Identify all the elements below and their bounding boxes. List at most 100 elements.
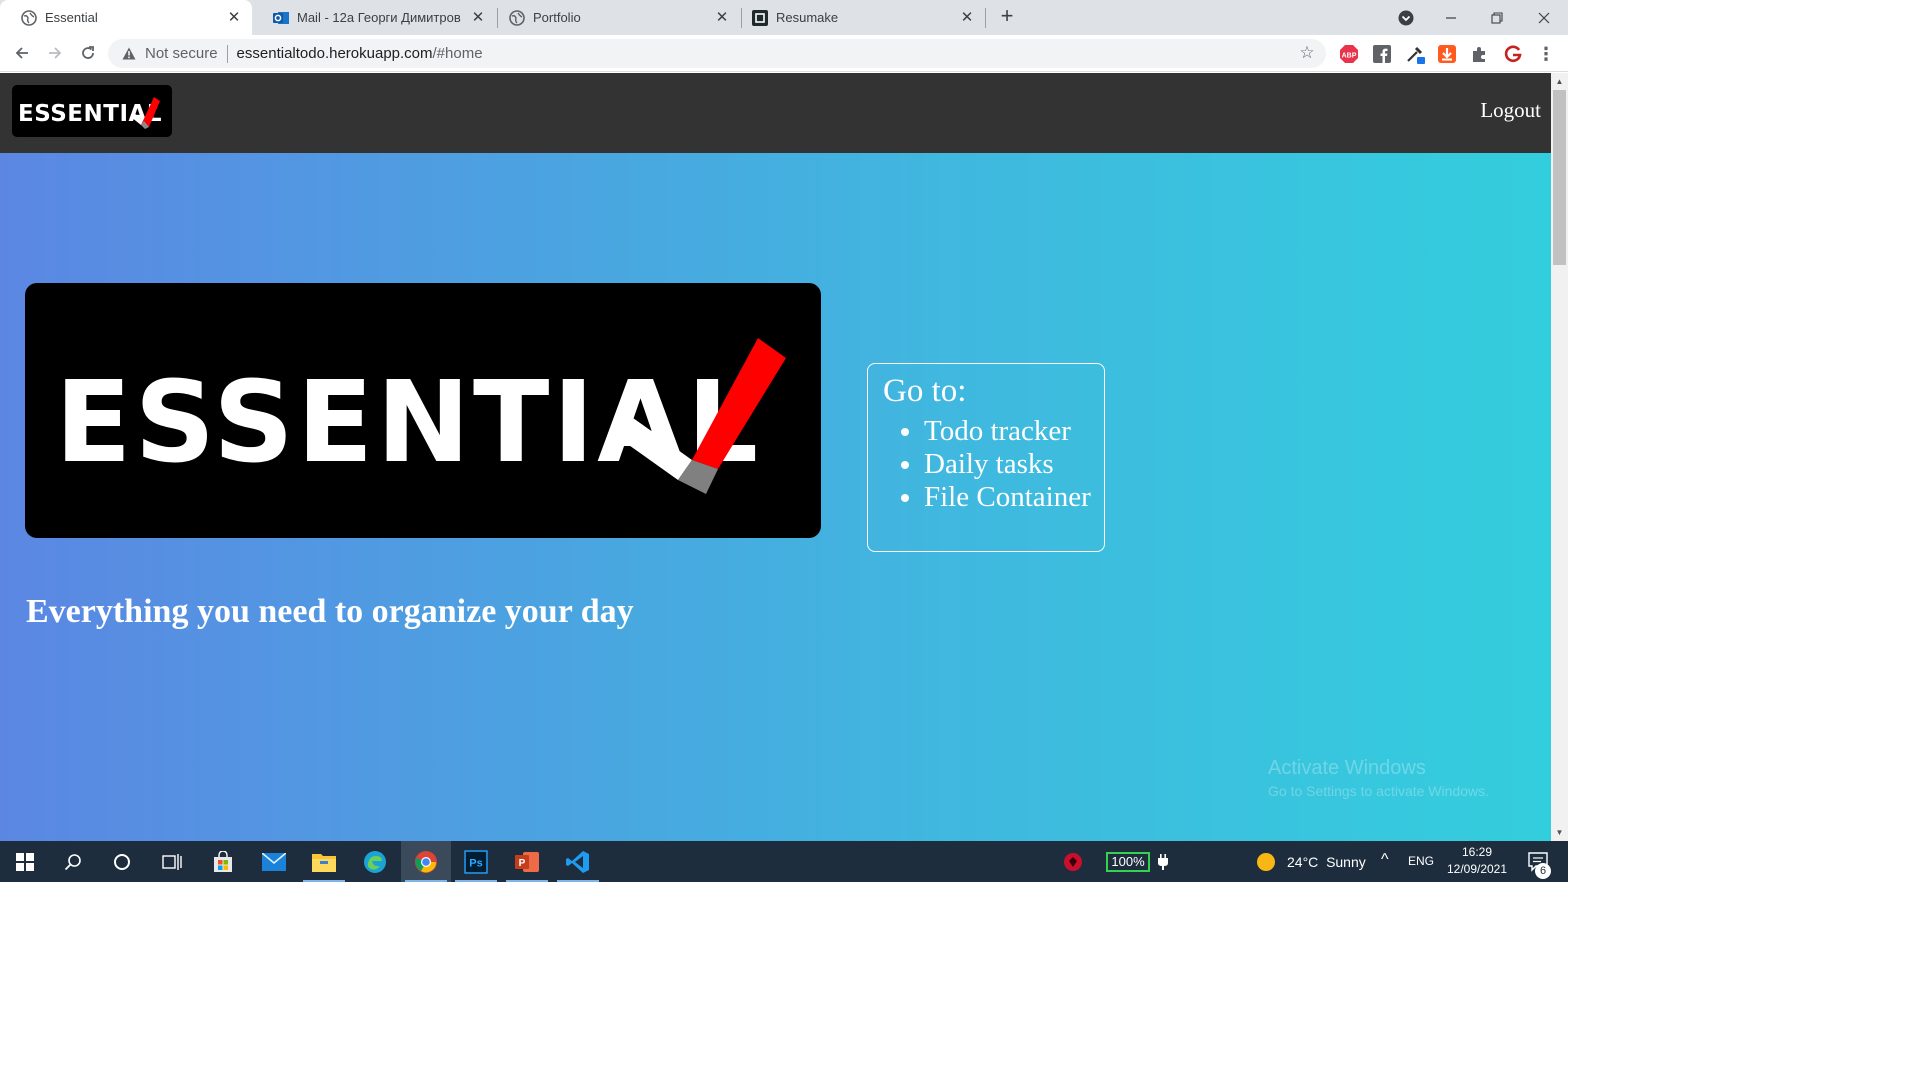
outlook-icon	[273, 10, 289, 26]
windows-logo-icon	[16, 852, 34, 871]
cortana-circle-icon	[114, 853, 130, 870]
svg-text:P: P	[519, 858, 526, 869]
goto-box: Go to: Todo tracker Daily tasks File Con…	[867, 363, 1105, 552]
globe-icon	[21, 9, 37, 26]
svg-text:ABP: ABP	[1342, 53, 1357, 60]
browser-toolbar: Not secure essentialtodo.herokuapp.com/#…	[0, 35, 1568, 72]
reload-button[interactable]	[75, 40, 101, 66]
tab-title: Portfolio	[533, 10, 581, 25]
hero-logo: ESSENTIAL	[25, 283, 821, 538]
search-button[interactable]	[48, 841, 98, 882]
notification-center[interactable]: 6	[1514, 841, 1564, 882]
vscode-app[interactable]	[553, 841, 603, 882]
watermark-subtitle: Go to Settings to activate Windows.	[1268, 783, 1489, 799]
forward-button[interactable]	[42, 40, 68, 66]
scroll-up-arrow-icon[interactable]: ▲	[1551, 73, 1568, 90]
tab-title: Essential	[45, 10, 98, 25]
plug-icon	[1152, 841, 1174, 882]
close-icon[interactable]: ✕	[714, 9, 730, 26]
tab-separator	[985, 8, 986, 28]
adblock-plus-icon[interactable]: ABP	[1339, 44, 1359, 64]
page-viewport: ESSENTIAL Logout ESSENTIAL Go to: Todo t…	[0, 73, 1551, 841]
tab-search-button[interactable]	[1383, 0, 1429, 35]
cortana-button[interactable]	[97, 841, 147, 882]
mail-app[interactable]	[249, 841, 299, 882]
edge-app[interactable]	[350, 841, 400, 882]
globe-icon	[509, 9, 525, 26]
task-view-button[interactable]	[147, 841, 197, 882]
scroll-down-arrow-icon[interactable]: ▼	[1551, 824, 1568, 841]
address-bar[interactable]: Not secure essentialtodo.herokuapp.com/#…	[108, 39, 1326, 68]
weather-widget[interactable]: 24°C Sunny	[1287, 854, 1366, 870]
tab-portfolio[interactable]: Portfolio ✕	[488, 0, 740, 35]
photoshop-app[interactable]: Ps	[451, 841, 501, 882]
eyedropper-icon[interactable]	[1405, 44, 1425, 64]
security-label[interactable]: Not secure	[145, 45, 218, 62]
weather-condition: Sunny	[1326, 854, 1366, 870]
close-icon[interactable]: ✕	[470, 9, 486, 26]
back-button[interactable]	[9, 40, 35, 66]
minimize-icon	[1446, 16, 1456, 19]
reload-icon	[82, 46, 94, 59]
close-icon	[1538, 12, 1550, 23]
battery-indicator[interactable]: 100%	[1100, 841, 1156, 882]
restore-button[interactable]	[1474, 0, 1520, 35]
clock-time: 16:29	[1461, 845, 1493, 859]
vertical-scrollbar[interactable]: ▲ ▼	[1551, 73, 1568, 841]
close-icon[interactable]: ✕	[226, 9, 242, 26]
taskbar-clock[interactable]: 16:29 12/09/2021	[1440, 844, 1514, 878]
restore-icon	[1491, 11, 1503, 24]
sun-weather-icon[interactable]	[1243, 841, 1289, 882]
hero-logo-text: ESSENTIAL	[55, 358, 761, 488]
grammarly-g-icon[interactable]	[1503, 44, 1523, 64]
security-tray-icon[interactable]	[1048, 841, 1098, 882]
chrome-app[interactable]	[401, 841, 451, 882]
language-indicator[interactable]: ENG	[1408, 854, 1434, 868]
bookmark-star-icon[interactable]: ☆	[1298, 44, 1316, 62]
site-navbar: ESSENTIAL Logout	[0, 73, 1551, 153]
logout-link[interactable]: Logout	[1480, 98, 1541, 123]
goto-link-file-container[interactable]: File Container	[924, 481, 1104, 514]
tab-essential[interactable]: Essential ✕	[0, 0, 252, 35]
new-tab-button[interactable]: +	[996, 5, 1018, 28]
menu-kebab-icon[interactable]: ⋮	[1536, 44, 1556, 64]
facebook-icon[interactable]	[1372, 44, 1392, 64]
battery-label: 100%	[1106, 851, 1150, 872]
arrow-left-icon	[15, 47, 28, 59]
warning-icon[interactable]	[121, 46, 137, 62]
window-close-button[interactable]	[1521, 0, 1567, 35]
download-icon[interactable]	[1437, 44, 1457, 64]
nav-logo[interactable]: ESSENTIAL	[12, 85, 172, 137]
activate-windows-watermark: Activate Windows Go to Settings to activ…	[1268, 756, 1489, 802]
clock-date: 12/09/2021	[1446, 862, 1508, 876]
svg-text:Ps: Ps	[469, 857, 482, 869]
file-explorer-app[interactable]	[299, 841, 349, 882]
tab-mail[interactable]: Mail - 12а Георги Димитров - O ✕	[252, 0, 496, 35]
goto-link-todo-tracker[interactable]: Todo tracker	[924, 415, 1104, 448]
edge-browser-icon	[364, 850, 386, 873]
tab-resumake[interactable]: Resumake ✕	[731, 0, 985, 35]
store-app[interactable]	[198, 841, 248, 882]
url-host: essentialtodo.herokuapp.com	[236, 45, 433, 62]
tab-title: Resumake	[776, 10, 839, 25]
url-text[interactable]: essentialtodo.herokuapp.com/#home	[237, 45, 483, 62]
start-button[interactable]	[0, 841, 50, 882]
close-icon[interactable]: ✕	[959, 9, 975, 26]
goto-link-daily-tasks[interactable]: Daily tasks	[924, 448, 1104, 481]
goto-title: Go to:	[883, 373, 967, 409]
watermark-title: Activate Windows	[1268, 757, 1426, 779]
address-divider	[226, 44, 228, 63]
puzzle-icon[interactable]	[1470, 44, 1490, 64]
powerpoint-app[interactable]: P	[502, 841, 552, 882]
essential-logo-small: ESSENTIAL	[18, 97, 161, 129]
goto-list: Todo tracker Daily tasks File Container	[924, 415, 1104, 514]
essential-logo-large: ESSENTIAL	[55, 338, 786, 494]
minimize-button[interactable]	[1428, 0, 1474, 35]
weather-temp: 24°C	[1287, 854, 1319, 870]
tagline: Everything you need to organize your day	[26, 593, 634, 630]
scroll-thumb[interactable]	[1553, 90, 1566, 265]
resumake-icon	[752, 9, 768, 26]
chevron-up-icon[interactable]: ^	[1381, 851, 1389, 869]
folder-icon	[312, 853, 336, 872]
task-view-icon	[162, 853, 182, 870]
